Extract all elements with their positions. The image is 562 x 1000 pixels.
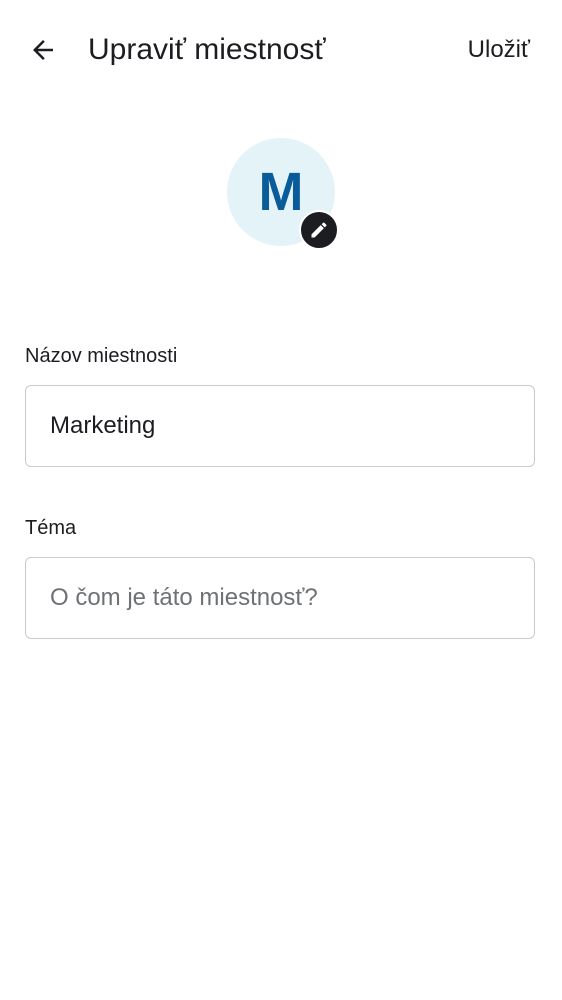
room-name-input[interactable] — [50, 386, 512, 465]
topic-label: Téma — [25, 517, 77, 539]
save-button[interactable]: Uložiť — [468, 33, 530, 67]
arrow-left-icon — [28, 35, 58, 65]
pencil-icon — [309, 220, 329, 240]
room-name-field — [25, 385, 535, 467]
avatar-initial: M — [258, 162, 304, 222]
room-avatar-container: M — [227, 138, 339, 250]
topic-input[interactable] — [50, 558, 512, 637]
room-name-label: Názov miestnosti — [25, 345, 178, 367]
topic-field — [25, 557, 535, 639]
back-button[interactable] — [18, 25, 68, 75]
edit-avatar-button[interactable] — [299, 210, 339, 250]
top-app-bar: Upraviť miestnosť Uložiť — [0, 0, 562, 100]
page-title: Upraviť miestnosť — [88, 33, 326, 66]
